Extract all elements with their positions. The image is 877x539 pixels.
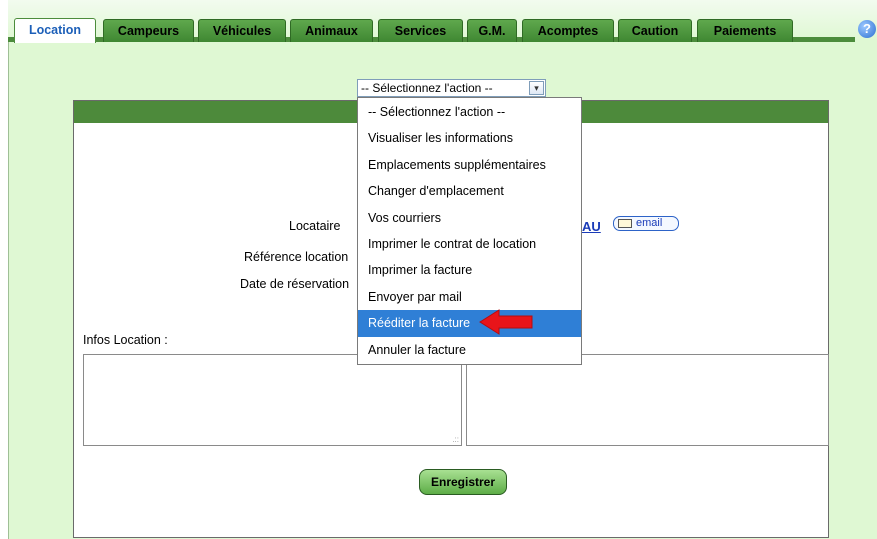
option-emplacements-supplementaires[interactable]: Emplacements supplémentaires — [358, 152, 581, 178]
infos-location-textarea-2[interactable] — [466, 354, 829, 446]
option-imprimer-contrat[interactable]: Imprimer le contrat de location — [358, 231, 581, 257]
tab-paiements[interactable]: Paiements — [697, 19, 793, 42]
tab-caution[interactable]: Caution — [618, 19, 692, 42]
tenant-name-link[interactable]: AU — [582, 219, 601, 234]
reference-label: Référence location — [244, 250, 349, 264]
infos-location-label: Infos Location : — [83, 333, 168, 347]
tab-gm[interactable]: G.M. — [467, 19, 517, 42]
action-select-value: -- Sélectionnez l'action -- — [361, 81, 493, 95]
email-button-label: email — [636, 217, 663, 229]
action-dropdown-list: -- Sélectionnez l'action -- Visualiser l… — [357, 97, 582, 365]
tab-animaux[interactable]: Animaux — [290, 19, 373, 42]
infos-location-textarea[interactable]: .:: — [83, 354, 462, 446]
locataire-label: Locataire — [289, 219, 341, 233]
envelope-icon — [618, 219, 632, 228]
option-envoyer-mail[interactable]: Envoyer par mail — [358, 284, 581, 310]
date-label: Date de réservation — [240, 277, 350, 291]
option-select-action[interactable]: -- Sélectionnez l'action -- — [358, 99, 581, 125]
resize-grip-icon: .:: — [452, 435, 459, 444]
tab-services[interactable]: Services — [378, 19, 463, 42]
option-annuler-facture[interactable]: Annuler la facture — [358, 337, 581, 363]
option-reediter-facture[interactable]: Rééditer la facture — [358, 310, 581, 337]
tab-campeurs[interactable]: Campeurs — [103, 19, 194, 42]
action-select[interactable]: -- Sélectionnez l'action -- ▾ — [357, 79, 546, 97]
tab-vehicules[interactable]: Véhicules — [198, 19, 286, 42]
option-changer-emplacement[interactable]: Changer d'emplacement — [358, 178, 581, 204]
tab-acomptes[interactable]: Acomptes — [522, 19, 614, 42]
option-visualiser-informations[interactable]: Visualiser les informations — [358, 125, 581, 151]
save-button[interactable]: Enregistrer — [419, 469, 507, 495]
help-icon[interactable]: ? — [858, 20, 876, 38]
option-imprimer-facture[interactable]: Imprimer la facture — [358, 257, 581, 283]
red-arrow-icon — [479, 309, 533, 335]
chevron-down-icon[interactable]: ▾ — [529, 81, 544, 95]
option-vos-courriers[interactable]: Vos courriers — [358, 205, 581, 231]
email-button[interactable]: email — [613, 216, 679, 231]
tab-location[interactable]: Location — [14, 18, 96, 43]
